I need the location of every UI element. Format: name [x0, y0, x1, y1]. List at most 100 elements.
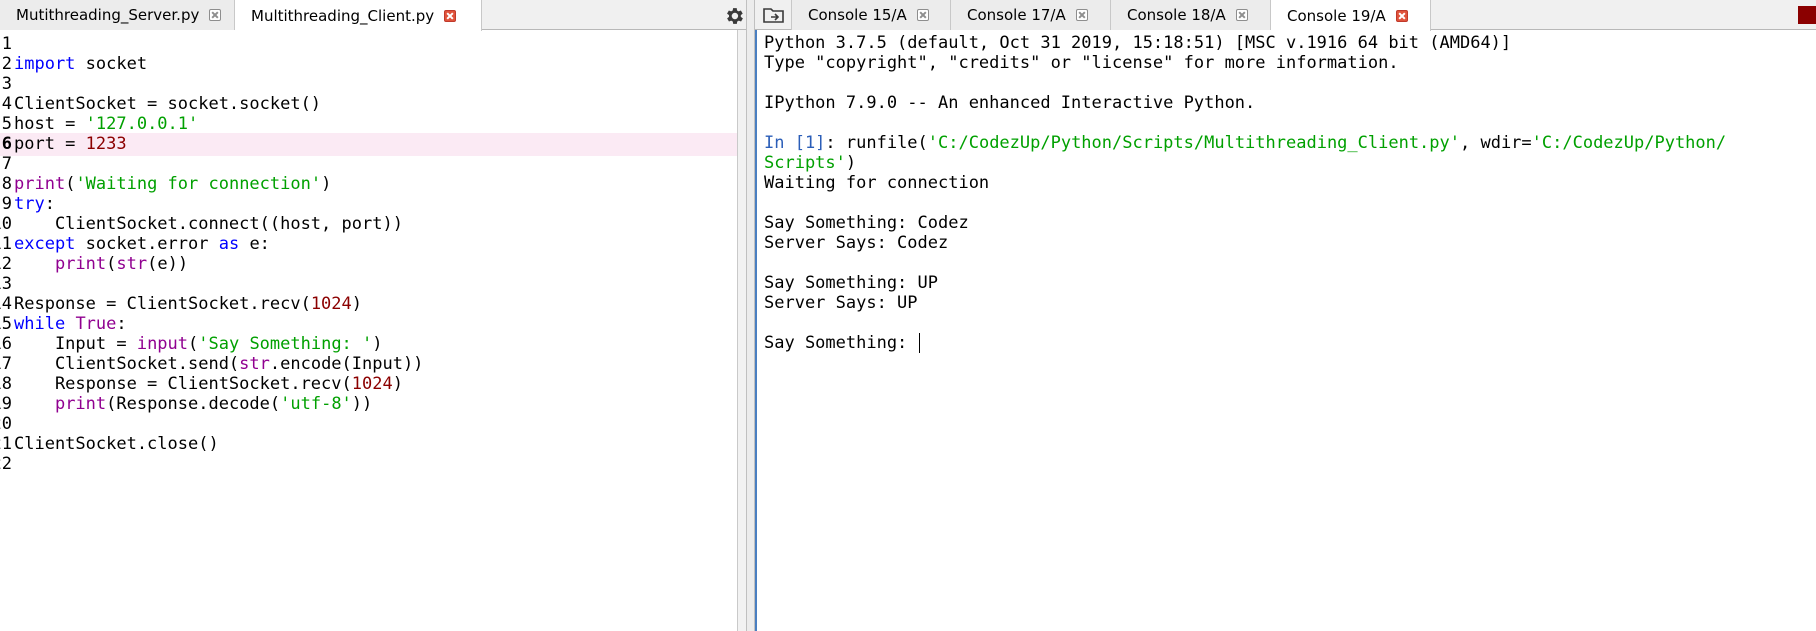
code-token: True [75, 314, 117, 334]
tab-mutithreading-server[interactable]: Mutithreading_Server.py [0, 0, 235, 30]
console-text: Say Something: Codez [764, 213, 969, 233]
close-icon[interactable] [1235, 9, 1248, 21]
console-text: In [1] [764, 133, 826, 153]
tab-label: Mutithreading_Server.py [16, 6, 200, 24]
tab-multithreading-client[interactable]: Multithreading_Client.py [235, 0, 482, 31]
console-tab-bar: Console 15/A Console 17/A Console 18/A C… [755, 0, 1816, 31]
console-text: Say Something: UP [764, 273, 938, 293]
console-line: Type "copyright", "credits" or "license"… [764, 52, 1399, 75]
text-cursor [918, 333, 920, 353]
console-pane: Console 15/A Console 17/A Console 18/A C… [755, 0, 1816, 631]
code-token: )) [351, 394, 373, 414]
code-token: ( [106, 254, 117, 274]
code-token: socket [75, 54, 148, 74]
code-token: 1024 [351, 374, 393, 394]
console-output[interactable]: Python 3.7.5 (default, Oct 31 2019, 15:1… [755, 30, 1816, 631]
tab-label: Console 17/A [967, 6, 1066, 24]
code-token: : [116, 314, 127, 334]
code-token: ) [392, 374, 403, 394]
console-line: Say Something: [764, 332, 920, 355]
console-text: : runfile( [825, 133, 928, 153]
code-token: 'utf-8' [280, 394, 352, 414]
folder-icon[interactable] [763, 6, 785, 24]
code-token: : [44, 194, 55, 214]
code-token: as [218, 234, 240, 254]
close-icon[interactable] [209, 9, 222, 21]
console-text: Server Says: Codez [764, 233, 949, 253]
tab-console-15[interactable]: Console 15/A [791, 0, 951, 30]
console-line: Waiting for connection [764, 172, 989, 195]
code-token: ) [372, 334, 383, 354]
code-token: print [54, 394, 107, 414]
tab-label: Multithreading_Client.py [251, 6, 435, 25]
tab-label: Console 18/A [1127, 6, 1226, 24]
close-icon[interactable] [444, 9, 457, 22]
code-token: 'Say Something: ' [198, 334, 373, 354]
code-token: ClientSocket.close() [14, 434, 219, 454]
gear-icon[interactable] [723, 5, 745, 27]
code-token: ) [351, 294, 363, 314]
code-token: ( [188, 334, 199, 354]
console-text: , wdir= [1460, 133, 1532, 153]
console-text: 'C:/CodezUp/Python/ [1531, 133, 1727, 153]
code-token: ClientSocket = socket.socket() [14, 94, 322, 114]
code-token: print [54, 254, 107, 274]
code-token: 1024 [310, 294, 352, 314]
console-text: IPython 7.9.0 -- An enhanced Interactive… [764, 93, 1256, 113]
code-editor[interactable]: 1 2 import socket 3 4 ClientSocket = socket.s… [0, 30, 740, 631]
code-token: Response = ClientSocket.recv( [14, 294, 311, 314]
code-token: e: [239, 234, 270, 254]
code-token: except [14, 234, 76, 254]
code-token: input [136, 334, 189, 354]
console-text: Waiting for connection [764, 173, 990, 193]
code-token: Response = ClientSocket.recv( [14, 374, 352, 394]
pane-splitter[interactable] [746, 0, 755, 631]
console-text: Scripts' [764, 153, 846, 173]
console-line: Server Says: Codez [764, 232, 948, 255]
console-line: In [1]: runfile('C:/CodezUp/Python/Scrip… [764, 132, 1726, 155]
console-text: Server Says: UP [764, 293, 918, 313]
code-line: 22 [0, 453, 737, 476]
line-number: 22 [0, 454, 12, 474]
console-line: Server Says: UP [764, 292, 918, 315]
code-token: (e)) [147, 254, 189, 274]
console-text: Python 3.7.5 (default, Oct 31 2019, 15:1… [764, 33, 1512, 53]
tab-label: Console 19/A [1287, 6, 1386, 25]
code-token: 'Waiting for connection' [75, 174, 322, 194]
editor-tab-bar: Mutithreading_Server.py Multithreading_C… [0, 0, 746, 31]
code-token: import [14, 54, 76, 74]
console-text: 'C:/CodezUp/Python/Scripts/Multithreadin… [927, 133, 1460, 153]
code-token: ) [321, 174, 332, 194]
editor-pane: Mutithreading_Server.py Multithreading_C… [0, 0, 747, 631]
close-icon[interactable] [1395, 9, 1408, 22]
tab-label: Console 15/A [808, 6, 907, 24]
tab-console-18[interactable]: Console 18/A [1111, 0, 1271, 30]
code-token: .encode(Input)) [269, 354, 424, 374]
code-token: print [14, 174, 66, 194]
tab-console-19[interactable]: Console 19/A [1271, 0, 1431, 31]
code-token: host = [14, 114, 86, 134]
code-token: (Response.decode( [106, 394, 281, 414]
code-token: str [116, 254, 148, 274]
code-token: ClientSocket.connect((host, port)) [14, 214, 403, 234]
close-icon[interactable] [1075, 9, 1088, 21]
console-text: ) [845, 153, 857, 173]
code-token: 1233 [85, 134, 127, 154]
console-line: IPython 7.9.0 -- An enhanced Interactive… [764, 92, 1255, 115]
code-token: while [14, 314, 66, 334]
close-icon[interactable] [916, 9, 929, 21]
tab-console-17[interactable]: Console 17/A [951, 0, 1111, 30]
console-text: Say Something: [764, 333, 918, 353]
code-token: ( [65, 174, 76, 194]
code-token: port = [14, 134, 86, 154]
code-token: socket.error [75, 234, 219, 254]
code-token: ClientSocket.send( [14, 354, 240, 374]
stop-icon[interactable] [1798, 6, 1816, 24]
code-token: '127.0.0.1' [85, 114, 199, 134]
code-token: str [239, 354, 270, 374]
console-text: Type "copyright", "credits" or "license"… [764, 53, 1399, 73]
code-token: Input = [14, 334, 137, 354]
